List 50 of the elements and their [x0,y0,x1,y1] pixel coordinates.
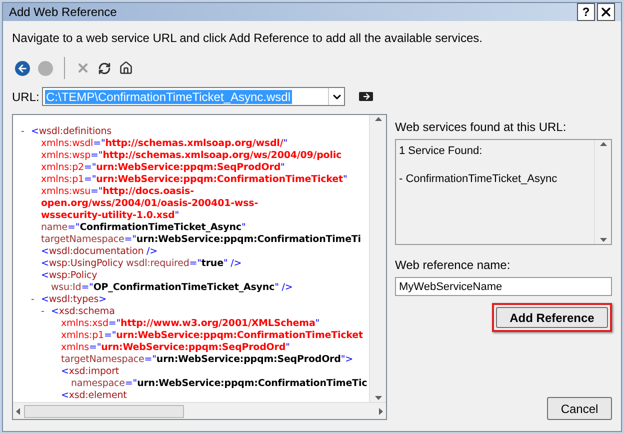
add-reference-button[interactable]: Add Reference [496,307,608,328]
xml-line: <wsdl:definitions [31,126,112,138]
collapse-toggle[interactable]: - [21,126,31,138]
services-text: 1 Service Found: [399,144,484,159]
xml-line: namespace="urn:WebService:ppqm:ConfirmationTimeTic [71,378,368,390]
refresh-icon[interactable] [98,62,111,74]
instruction-text: Navigate to a web service URL and click Add Reference to add all the available services. [12,30,484,47]
xml-line: xmlns:wsu="http://docs.oasis- [41,186,194,198]
xml-line: xmlns:p1="urn:WebService:ppqm:ConfirmationTimeTicket [61,330,363,342]
scroll-up-icon[interactable] [374,117,382,121]
cancel-button[interactable]: Cancel [547,397,612,420]
xml-line: xmlns="urn:WebService:ppqm:SeqProdOrd" [61,342,290,354]
xml-line: <xsd:schema [51,306,115,318]
scroll-up-icon[interactable] [600,142,606,146]
reference-name-field[interactable]: MyWebServiceName [395,277,612,296]
xml-line: xmlns:p2="urn:WebService:ppqm:SeqProdOrd" [41,162,285,174]
window-title: Add Web Reference [9,4,118,21]
xml-line: <xsd:import [61,366,120,378]
help-button[interactable]: ? [577,3,595,21]
services-label: Web services found at this URL: [395,119,568,136]
xml-line: wsu:Id="OP_ConfirmationTimeTicket_Async" /> [51,282,293,294]
home-icon[interactable] [119,61,133,75]
url-value: C:\TEMP\ConfirmationTimeTicket_Async.wsdl [45,88,292,106]
back-icon[interactable] [15,60,30,76]
go-icon[interactable] [359,92,373,101]
scrollbar-thumb[interactable] [24,404,184,418]
url-label: URL: [12,88,40,106]
xml-line: xmlns:wsp="http://schemas.xmlsoap.org/ws/2004/09/polic [41,150,342,162]
scroll-right-icon[interactable] [379,408,383,414]
services-text: - ConfirmationTimeTicket_Async [399,172,558,186]
collapse-toggle[interactable]: - [31,294,41,306]
xml-line: <wsdl:types> [41,294,107,306]
xml-line: xmlns:xsd="http://www.w3.org/2001/XMLSchema" [61,318,320,330]
xml-line: wssecurity-utility-1.0.xsd" [41,210,179,222]
scroll-down-icon[interactable] [374,396,382,400]
xml-line: open.org/wss/2004/01/oasis-200401-wss- [41,198,258,210]
collapse-toggle[interactable]: - [41,306,51,318]
xml-line: targetNamespace="urn:WebService:ppqm:ConfirmationTimeTi [41,234,361,246]
xml-line: targetNamespace="urn:WebService:ppqm:SeqProdOrd"> [61,354,353,366]
reference-name-label: Web reference name: [395,257,512,274]
close-icon[interactable] [597,3,615,21]
xml-line: <wsp:UsingPolicy wsdl:required="true" /> [41,258,242,270]
xml-line: <wsp:Policy [41,270,98,282]
xml-line: name="ConfirmationTimeTicket_Async" [41,222,246,234]
scroll-down-icon[interactable] [600,238,606,242]
xml-line: xmlns:p1="urn:WebService:ppqm:ConfirmationTimeTicket" [41,174,348,186]
xml-line: <wsdl:documentation /> [41,246,158,258]
xml-line: <xsd:element [61,390,127,402]
xml-line: xmlns:wsdl="http://schemas.xmlsoap.org/wsdl/" [41,138,288,150]
scroll-left-icon[interactable] [16,408,20,414]
